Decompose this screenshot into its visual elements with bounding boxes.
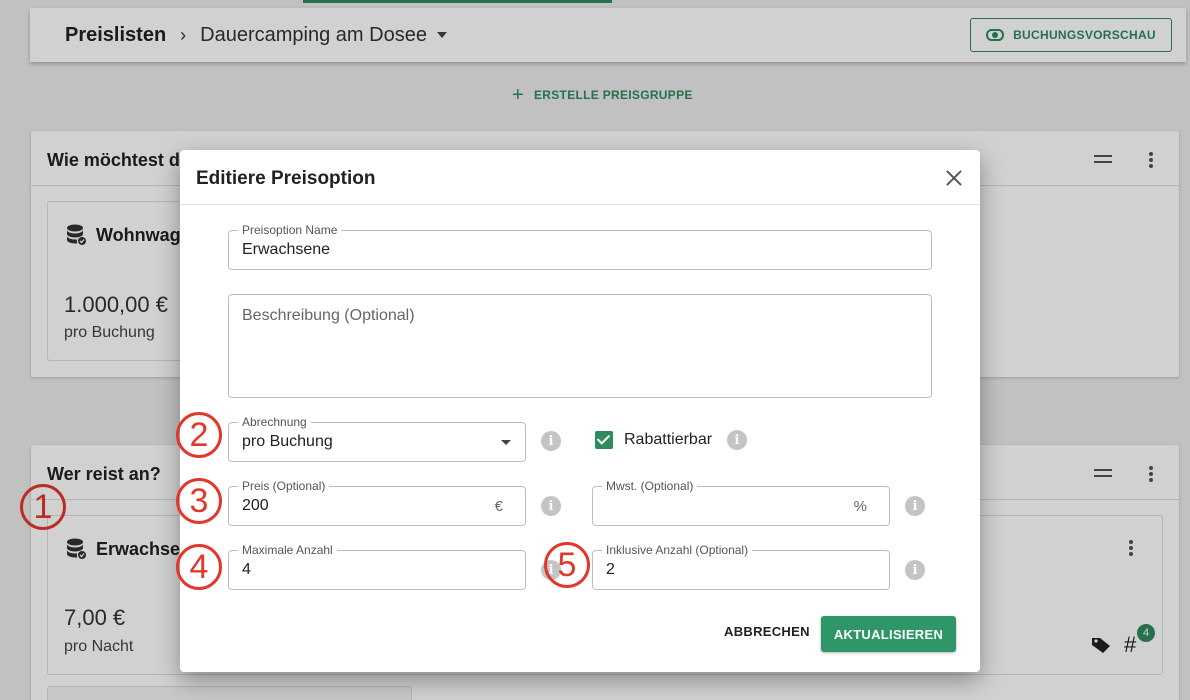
annotation-marker: 2 — [176, 412, 222, 458]
discountable-checkbox[interactable] — [595, 431, 613, 449]
info-icon[interactable]: i — [541, 431, 561, 451]
percent-suffix: % — [853, 498, 867, 515]
cancel-button[interactable]: ABBRECHEN — [724, 624, 810, 639]
info-icon[interactable]: i — [905, 560, 925, 580]
field-value: Erwachsene — [242, 241, 331, 258]
edit-price-option-dialog: Editiere Preisoption Preisoption Name Er… — [176, 150, 980, 672]
field-label: Preisoption Name — [238, 223, 342, 237]
annotation-marker: 3 — [176, 478, 222, 524]
field-value: pro Buchung — [242, 433, 333, 450]
info-icon[interactable]: i — [541, 496, 561, 516]
field-value: 200 — [242, 497, 269, 514]
close-icon[interactable] — [944, 168, 964, 188]
annotation-marker: 5 — [544, 542, 590, 588]
dialog-title: Editiere Preisoption — [196, 168, 376, 189]
field-label: Preis (Optional) — [238, 479, 330, 493]
update-button[interactable]: AKTUALISIEREN — [821, 616, 956, 652]
dialog-divider — [180, 204, 980, 205]
description-field[interactable]: Beschreibung (Optional) — [228, 294, 932, 398]
price-option-name-field[interactable]: Preisoption Name Erwachsene — [228, 223, 932, 270]
info-icon[interactable]: i — [905, 496, 925, 516]
info-icon[interactable]: i — [727, 430, 747, 450]
field-placeholder: Beschreibung (Optional) — [242, 307, 415, 324]
included-count-field[interactable]: Inklusive Anzahl (Optional) 2 — [592, 543, 890, 590]
field-label: Inklusive Anzahl (Optional) — [602, 543, 753, 557]
vat-field[interactable]: Mwst. (Optional) % — [592, 479, 890, 526]
field-value: 2 — [606, 561, 615, 578]
euro-suffix: € — [494, 498, 503, 515]
price-field[interactable]: Preis (Optional) 200 € — [228, 479, 526, 526]
caret-down-icon — [501, 440, 511, 445]
field-value: 4 — [242, 561, 251, 578]
billing-select[interactable]: Abrechnung pro Buchung — [228, 415, 526, 462]
annotation-marker: 4 — [176, 544, 222, 590]
max-count-field[interactable]: Maximale Anzahl 4 — [228, 543, 526, 590]
field-label: Abrechnung — [238, 415, 311, 429]
field-label: Maximale Anzahl — [238, 543, 337, 557]
field-label: Mwst. (Optional) — [602, 479, 698, 493]
discountable-label: Rabattierbar — [624, 431, 713, 448]
